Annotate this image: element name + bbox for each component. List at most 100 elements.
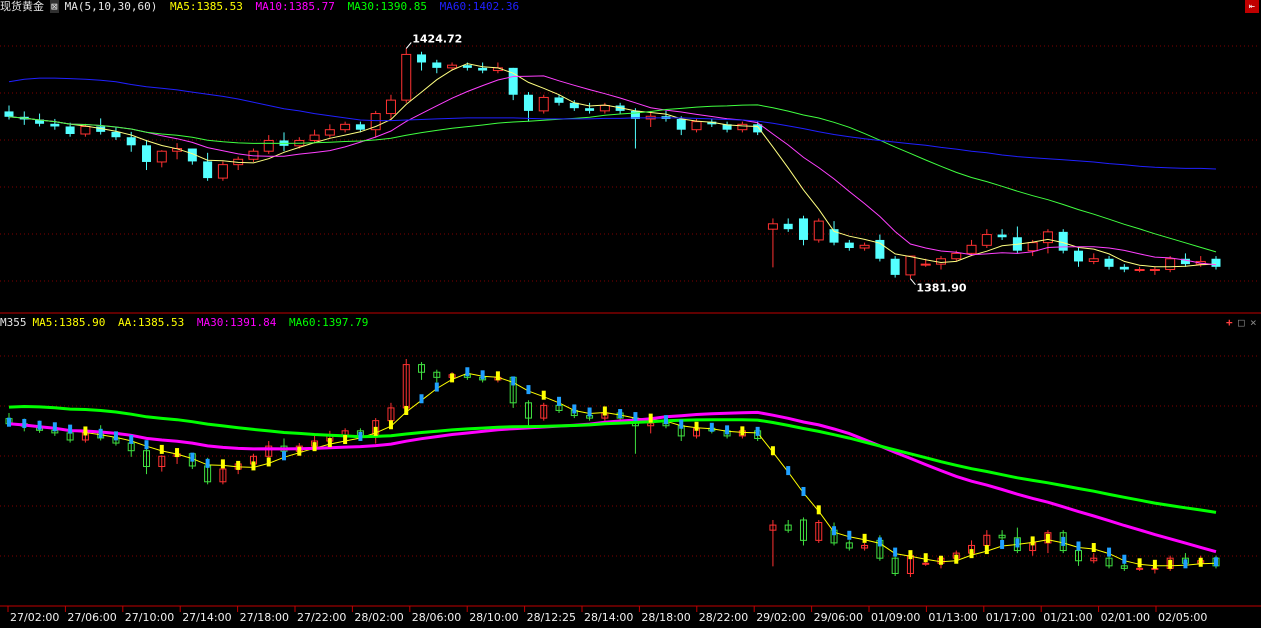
- x-tick-label: 28/22:00: [699, 611, 748, 624]
- sell-signal-marker: [465, 367, 470, 377]
- candle-body-up: [951, 252, 962, 260]
- candle-body-down: [844, 242, 854, 248]
- buy-signal-marker: [954, 554, 959, 564]
- sell-signal-marker: [1015, 538, 1020, 548]
- low-marker-line: [910, 278, 916, 285]
- candle-body-down: [142, 145, 152, 162]
- sub-candle-body: [1136, 567, 1144, 570]
- legend-ma10: MA10:1385.77: [255, 0, 335, 13]
- ma30-line: [8, 104, 1217, 253]
- buy-signal-marker: [770, 446, 775, 456]
- x-tick-label: 02/05:00: [1158, 611, 1207, 624]
- sell-signal-marker: [709, 422, 714, 432]
- buy-signal-marker: [404, 405, 409, 415]
- x-tick-label: 27/14:00: [182, 611, 231, 624]
- sell-signal-marker: [37, 420, 42, 430]
- sell-signal-marker: [526, 385, 531, 395]
- candlestick-chart[interactable]: 1424.72 1381.90 27/02:00 27/06:00 27/10:00 27…: [0, 0, 1261, 628]
- main-legend: 现货黄金 ⊠ MA(5,10,30,60) MA5:1385.53 MA10:138…: [0, 0, 525, 14]
- candle-body-up: [156, 150, 167, 163]
- buy-signal-marker: [327, 438, 332, 448]
- top-candles: [4, 48, 1221, 279]
- sell-signal-marker: [419, 394, 424, 404]
- instrument-title: 现货黄金: [0, 0, 44, 13]
- candle-body-up: [1088, 258, 1099, 262]
- candle-body-up: [1027, 242, 1038, 252]
- x-tick-label: 01/21:00: [1043, 611, 1092, 624]
- sell-signal-marker: [358, 431, 363, 441]
- sub-ma60-line: [8, 404, 1217, 514]
- candle-body-down: [585, 108, 595, 111]
- indicator-label[interactable]: MA(5,10,30,60): [65, 0, 158, 13]
- sell-signal-marker: [7, 417, 11, 427]
- candle-body-up: [767, 223, 778, 230]
- x-tick-label: 27/22:00: [297, 611, 346, 624]
- sub-legend: M355 MA5:1385.90 AA:1385.53 MA30:1391.84 …: [0, 316, 374, 330]
- sell-signal-marker: [190, 452, 195, 462]
- candle-body-down: [1058, 231, 1068, 251]
- sell-signal-marker: [786, 466, 791, 476]
- sell-signal-marker: [557, 396, 562, 406]
- candle-body-down: [523, 94, 533, 111]
- buy-signal-marker: [969, 549, 974, 559]
- x-tick-label: 29/06:00: [814, 611, 863, 624]
- sell-signal-marker: [618, 409, 623, 419]
- sub-aa-line: [8, 372, 1217, 567]
- x-tick-label: 28/02:00: [354, 611, 403, 624]
- x-tick-label: 02/01:00: [1101, 611, 1150, 624]
- buy-signal-marker: [1137, 558, 1142, 568]
- candle-body-down: [65, 126, 75, 134]
- sell-signal-marker: [1214, 557, 1218, 567]
- candle-body-down: [4, 111, 14, 117]
- candle-body-up: [538, 96, 549, 112]
- sell-signal-marker: [893, 547, 898, 557]
- close-icon[interactable]: ×: [1250, 316, 1257, 330]
- candle-body-down: [203, 161, 213, 179]
- buy-signal-marker: [343, 435, 348, 445]
- buy-signal-marker: [740, 426, 745, 436]
- x-tick-label: 01/17:00: [986, 611, 1035, 624]
- candle-body-down: [783, 223, 793, 230]
- candle-body-up: [1042, 231, 1053, 244]
- sell-signal-marker: [755, 426, 760, 436]
- buy-signal-marker: [1168, 559, 1173, 569]
- candle-body-down: [50, 123, 60, 127]
- restore-icon[interactable]: □: [1238, 316, 1245, 330]
- candle-body-down: [1104, 258, 1114, 267]
- indicator-toggle-icon[interactable]: ⊠: [50, 0, 59, 13]
- buy-signal-marker: [236, 460, 241, 470]
- x-tick-label: 28/12:25: [527, 611, 576, 624]
- sell-signal-marker: [511, 376, 516, 386]
- sell-signal-marker: [205, 458, 210, 468]
- buy-signal-marker: [175, 448, 180, 458]
- buy-signal-marker: [602, 406, 607, 416]
- candle-body-up: [385, 99, 396, 115]
- buy-signal-marker: [450, 373, 455, 383]
- candle-body-up: [966, 244, 977, 254]
- x-tick-label: 27/10:00: [125, 611, 174, 624]
- sell-signal-marker: [801, 486, 806, 496]
- candle-body-up: [737, 123, 748, 131]
- sell-signal-marker: [98, 428, 103, 438]
- sell-signal-marker: [52, 422, 57, 432]
- candle-body-down: [798, 218, 808, 240]
- buy-signal-marker: [1152, 559, 1157, 569]
- buy-signal-marker: [984, 545, 989, 555]
- buy-signal-marker: [312, 442, 317, 452]
- sell-signal-marker: [113, 431, 118, 441]
- x-tick-label: 28/18:00: [641, 611, 690, 624]
- bottom-candles: [5, 359, 1220, 578]
- candle-body-up: [691, 121, 702, 131]
- sell-signal-marker: [1183, 559, 1188, 569]
- sub-indicator-name[interactable]: M355: [0, 316, 27, 329]
- candle-body-up: [1149, 269, 1160, 272]
- x-tick-label: 28/10:00: [469, 611, 518, 624]
- sell-signal-marker: [725, 425, 730, 435]
- sub-candle-body: [922, 562, 930, 565]
- plus-icon[interactable]: +: [1226, 316, 1233, 330]
- buy-signal-marker: [541, 390, 546, 400]
- high-price-label: 1424.72: [412, 33, 462, 46]
- buy-signal-marker: [388, 420, 393, 430]
- exit-icon[interactable]: ⇤: [1245, 0, 1259, 13]
- candle-body-up: [920, 263, 931, 266]
